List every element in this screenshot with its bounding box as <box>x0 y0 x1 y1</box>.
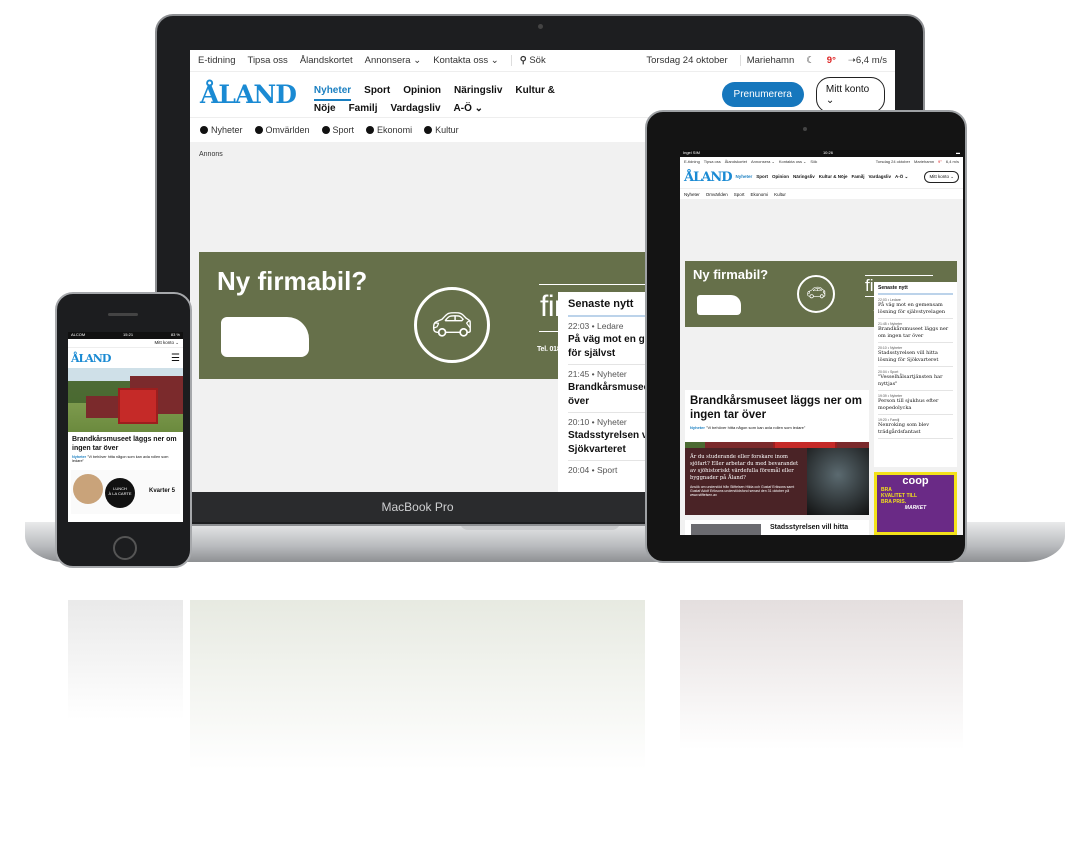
tablet-news-item[interactable]: 20:04 • Sport "Vesselhål­sartjänsten har … <box>878 367 953 391</box>
laptop-label: MacBook Pro <box>190 492 645 522</box>
phone-home-button[interactable] <box>113 536 137 560</box>
nav-familj[interactable]: Familj <box>349 103 378 114</box>
subnav-nyheter[interactable]: Nyheter <box>200 125 243 135</box>
tablet-lead-article[interactable]: Brandkårsmuseet läggs ner om ingen tar ö… <box>685 390 869 442</box>
link-annonsera[interactable]: Annonsera ⌄ <box>365 55 422 66</box>
phone-screen: ALCOM 15:21 83 % Mitt konto ⌄ ÅLAND ☰ Brand… <box>68 332 183 522</box>
tablet-header: ÅLAND Nyheter Sport Opinion Näringsliv Kultu… <box>680 166 963 188</box>
nav-naringsliv[interactable]: Näringsliv <box>454 85 502 96</box>
nav-a-o[interactable]: A-Ö ⌄ <box>454 103 484 114</box>
reflection <box>680 600 963 750</box>
phone-speaker <box>108 313 138 316</box>
tablet-logo[interactable]: ÅLAND <box>684 170 732 185</box>
reflection <box>68 600 183 720</box>
nav-sport[interactable]: Sport <box>364 85 390 96</box>
ev-car-icon: 🚗︎ <box>797 275 835 313</box>
tablet-second-article[interactable]: Stadsstyrelsen vill hitta <box>685 520 869 535</box>
phone-logo[interactable]: ÅLAND <box>71 352 111 365</box>
tablet-nav: Nyheter Sport Opinion Näringsliv Kultur & Nö… <box>735 174 909 179</box>
subnav-omvarlden[interactable]: Omvärlden <box>254 125 310 135</box>
tablet-news-item[interactable]: 22:03 • Ledare På väg mot en gemensam lös… <box>878 295 953 319</box>
main-nav: Nyheter Sport Opinion Näringsliv Kultur & Nö… <box>313 74 698 116</box>
tablet-ad-headline: Ny firmabil? <box>693 267 769 282</box>
phone-status-bar: ALCOM 15:21 83 % <box>68 332 183 339</box>
city: Mariehamn <box>739 55 794 66</box>
temperature: 9° <box>826 55 836 66</box>
phone-header: ÅLAND ☰ <box>68 348 183 368</box>
coop-ad[interactable]: coop BRA KVALITET TILL BRA PRIS. MARKET <box>874 472 957 535</box>
logo[interactable]: ÅLAND <box>200 80 297 109</box>
menu-icon[interactable]: ☰ <box>171 353 180 364</box>
tablet-news-item[interactable]: 19:39 • Nyheter Person till sjukhus efter… <box>878 391 953 415</box>
tablet-sub-nav: Nyheter Omvärlden Sport Ekonomi Kultur <box>680 188 963 199</box>
ad-label: Annons <box>199 151 223 158</box>
wind: ➝6,4 m/s <box>847 55 887 66</box>
link-e-tidning[interactable]: E-tidning <box>198 55 236 66</box>
tablet-news-item[interactable]: 21:45 • Nyheter Brandkårsmuseet läggs ner… <box>878 319 953 343</box>
tablet-news-item[interactable]: 19:20 • Familj Nenroking som blev trädgår… <box>878 415 953 439</box>
subnav-sport[interactable]: Sport <box>321 125 354 135</box>
subscribe-button[interactable]: Prenumerera <box>721 82 804 107</box>
phone-lead-photo[interactable] <box>68 368 183 432</box>
tablet-news-item[interactable]: 20:10 • Nyheter Stadsstyrelsen vill hitta… <box>878 343 953 367</box>
reflection <box>190 600 645 770</box>
phone-account-button[interactable]: Mitt konto ⌄ <box>68 339 183 348</box>
search-icon: ⚲ <box>519 55 527 66</box>
phone-lead-article[interactable]: Brandkårsmuseet läggs ner om ingen tar ö… <box>68 432 183 466</box>
tablet-top-bar: E-tidning Tipsa oss Ålandskortet Annonsera … <box>680 157 963 166</box>
link-tipsa[interactable]: Tipsa oss <box>248 55 288 66</box>
link-kontakta[interactable]: Kontakta oss ⌄ <box>433 55 499 66</box>
wind-value: 6,4 m/s <box>855 55 887 66</box>
date: Torsdag 24 oktober <box>646 55 728 66</box>
van-icon <box>221 317 309 357</box>
laptop-camera <box>538 24 543 29</box>
account-button[interactable]: Mitt konto ⌄ <box>815 76 885 113</box>
nav-vardagsliv[interactable]: Vardagsliv <box>390 103 440 114</box>
tablet-camera <box>803 127 807 131</box>
nav-opinion[interactable]: Opinion <box>403 85 441 96</box>
tablet-ad2[interactable]: Är du studerande eller forskare inom sjö… <box>685 448 869 515</box>
search-label: Sök <box>529 55 546 66</box>
tablet-account-button[interactable]: Mitt konto ⌄ <box>924 171 959 183</box>
ad-headline: Ny firmabil? <box>217 266 368 296</box>
search-link[interactable]: ⚲ Sök <box>510 55 546 66</box>
phone-ad[interactable]: LUNCH À LA CARTE Kvarter 5 <box>71 470 180 514</box>
tablet-screen: Ingel SIM 10:26 ▬ E-tidning Tipsa oss Ålands… <box>680 150 963 535</box>
subnav-kultur[interactable]: Kultur <box>424 125 459 135</box>
tablet-latest-news: Senaste nytt 22:03 • Ledare På väg mot en… <box>874 282 957 467</box>
top-bar: E-tidning Tipsa oss Ålandskortet Annonse… <box>190 50 895 72</box>
ev-car-icon: 🚗︎ <box>414 287 490 363</box>
tablet-status-bar: Ingel SIM 10:26 ▬ <box>680 150 963 157</box>
subnav-ekonomi[interactable]: Ekonomi <box>366 125 412 135</box>
nav-nyheter[interactable]: Nyheter <box>313 84 352 101</box>
link-alandskortet[interactable]: Ålandskortet <box>300 55 353 66</box>
tablet-lead-title: Brandkårsmuseet läggs ner om ingen tar ö… <box>690 395 862 421</box>
moon-icon: ☾ <box>806 55 815 66</box>
van-icon <box>697 295 741 315</box>
